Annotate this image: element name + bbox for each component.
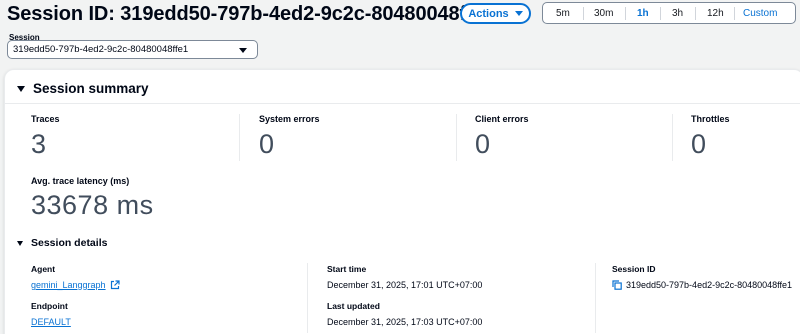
metric-avg-latency: Avg. trace latency (ms) 33678 ms [31, 176, 154, 221]
divider [239, 114, 240, 161]
detail-label: Last updated [327, 301, 380, 311]
divider [456, 114, 457, 161]
range-divider [734, 7, 735, 20]
metric-label: System errors [259, 114, 320, 124]
metric-label: Traces [31, 114, 60, 124]
divider [672, 114, 673, 161]
detail-endpoint: Endpoint DEFAULT [31, 301, 71, 327]
range-divider [695, 7, 696, 20]
range-option-1h[interactable]: 1h [637, 8, 649, 19]
divider [307, 263, 308, 333]
metric-value: 0 [691, 129, 707, 159]
detail-agent: Agent gemini_Langgraph [31, 264, 120, 290]
range-option-30m[interactable]: 30m [594, 8, 613, 19]
detail-value: December 31, 2025, 17:03 UTC+07:00 [327, 317, 483, 327]
range-option-12h[interactable]: 12h [707, 8, 724, 19]
metric-throttles: Throttles 0 [691, 114, 730, 160]
detail-label: Start time [327, 264, 367, 274]
detail-label: Agent [31, 264, 56, 274]
endpoint-link[interactable]: DEFAULT [31, 317, 71, 327]
metric-label: Client errors [475, 114, 529, 124]
actions-button[interactable]: Actions [460, 3, 531, 24]
metric-client-errors: Client errors 0 [475, 114, 529, 160]
metric-value: 0 [475, 129, 491, 159]
divider [5, 103, 800, 104]
session-select[interactable]: 319edd50-797b-4ed2-9c2c-80480048ffe1 [7, 40, 258, 59]
collapse-triangle-icon [17, 240, 23, 246]
range-option-5m[interactable]: 5m [556, 8, 570, 19]
detail-label: Endpoint [31, 301, 68, 311]
page-title: Session ID: 319edd50-797b-4ed2-9c2c-8048… [7, 3, 495, 25]
range-divider [583, 7, 584, 20]
detail-label: Session ID [612, 264, 656, 274]
metric-traces: Traces 3 [31, 114, 60, 160]
metric-value: 33678 ms [31, 190, 154, 220]
range-divider [625, 7, 626, 20]
detail-value: 319edd50-797b-4ed2-9c2c-80480048ffe1 [626, 280, 792, 290]
metric-label: Avg. trace latency (ms) [31, 176, 130, 186]
metric-value: 3 [31, 129, 47, 159]
session-summary-title: Session summary [33, 81, 149, 96]
session-details-title: Session details [31, 237, 108, 249]
divider [595, 263, 596, 333]
range-option-3h[interactable]: 3h [672, 8, 683, 19]
detail-start-time: Start time December 31, 2025, 17:01 UTC+… [327, 264, 482, 290]
range-option-custom[interactable]: Custom [743, 8, 777, 19]
detail-last-updated: Last updated December 31, 2025, 17:03 UT… [327, 301, 482, 327]
caret-down-icon [239, 48, 247, 53]
time-range-selector: 5m 30m 1h 3h 12h Custom [542, 2, 796, 24]
detail-session-id: Session ID 319edd50-797b-4ed2-9c2c-80480… [612, 264, 792, 290]
external-link-icon[interactable] [110, 280, 120, 290]
range-divider [660, 7, 661, 20]
session-summary-toggle[interactable]: Session summary [17, 81, 149, 96]
agent-link[interactable]: gemini_Langgraph [31, 280, 106, 290]
collapse-triangle-icon [17, 85, 25, 92]
metric-label: Throttles [691, 114, 730, 124]
actions-label: Actions [468, 7, 509, 20]
copy-icon[interactable] [612, 280, 622, 290]
metric-value: 0 [259, 129, 275, 159]
session-select-value: 319edd50-797b-4ed2-9c2c-80480048ffe1 [13, 44, 189, 55]
session-details-toggle[interactable]: Session details [17, 237, 107, 249]
caret-down-icon [514, 11, 523, 16]
metric-system-errors: System errors 0 [259, 114, 320, 160]
detail-value: December 31, 2025, 17:01 UTC+07:00 [327, 280, 483, 290]
